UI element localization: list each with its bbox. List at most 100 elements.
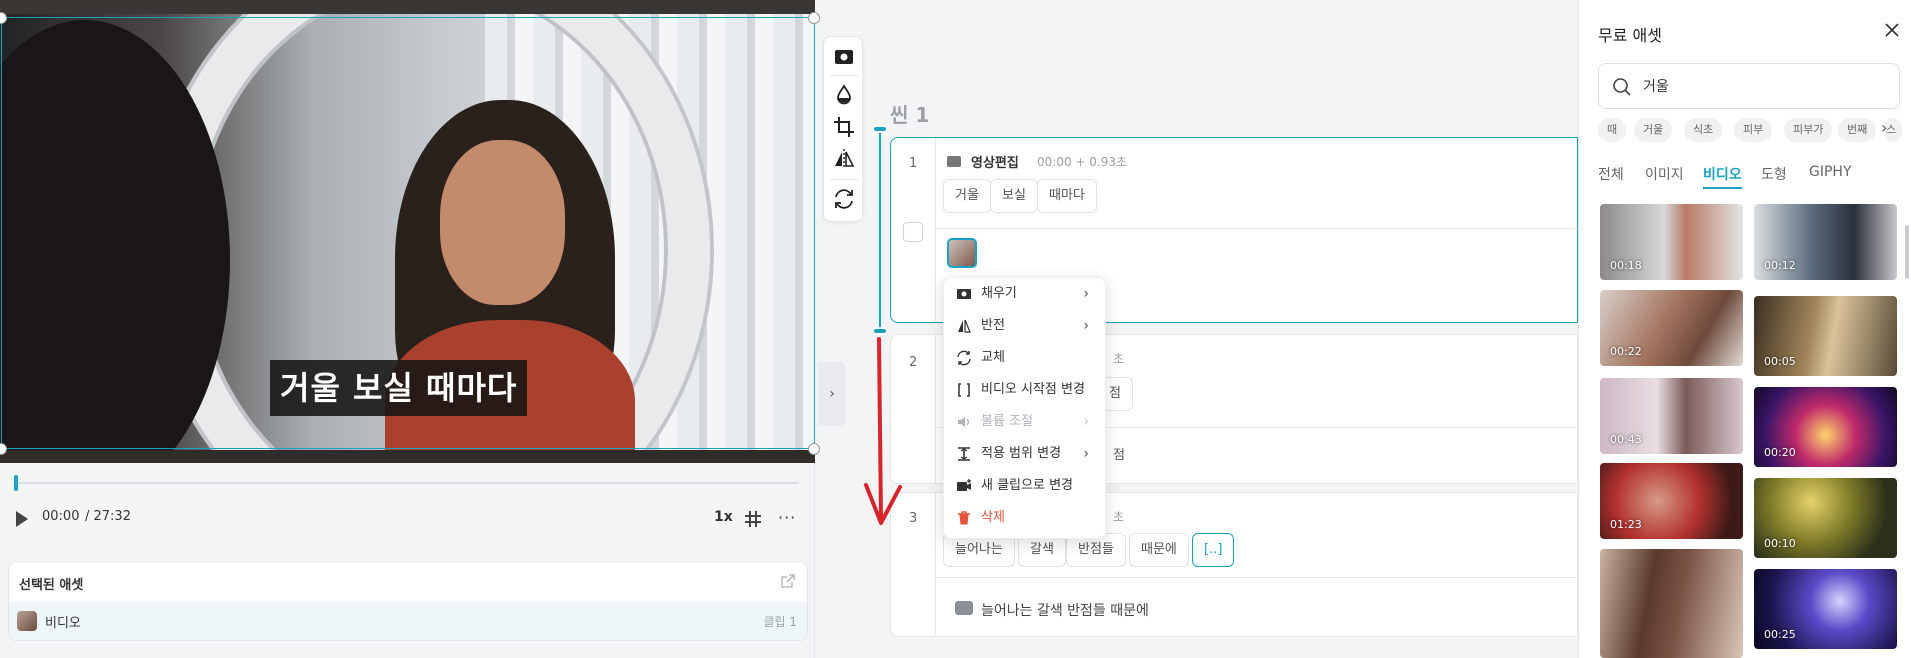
collapse-panel-button[interactable]: › bbox=[818, 362, 846, 426]
search-input[interactable] bbox=[1643, 64, 1883, 108]
selected-asset-row[interactable]: 비디오 클립 1 bbox=[9, 602, 807, 640]
trash-icon bbox=[958, 511, 970, 525]
clip-subtitle: 점 bbox=[1113, 448, 1125, 463]
keyword-tag[interactable]: 식초 bbox=[1684, 118, 1723, 142]
clip-separator bbox=[935, 577, 1579, 578]
flip-icon bbox=[958, 319, 971, 333]
video-result[interactable]: 00:25 bbox=[1754, 569, 1897, 649]
video-result[interactable]: 00:43 bbox=[1600, 378, 1743, 454]
clip-checkbox[interactable] bbox=[903, 222, 923, 242]
scrollbar[interactable] bbox=[1905, 225, 1909, 279]
search-icon bbox=[1613, 78, 1631, 96]
progress-knob[interactable] bbox=[14, 475, 18, 491]
speed-button[interactable]: 1x bbox=[714, 509, 733, 525]
tab-giphy[interactable]: GIPHY bbox=[1809, 164, 1852, 180]
menu-item-label: 삭제 bbox=[981, 510, 1005, 525]
clip-label: 영상편집 bbox=[971, 156, 1019, 171]
range-handle-bottom[interactable] bbox=[872, 327, 888, 335]
word-chip-more[interactable]: [..] bbox=[1192, 533, 1235, 567]
menu-item-label: 교체 bbox=[981, 350, 1005, 365]
new-clip-icon bbox=[957, 479, 971, 491]
video-result[interactable]: 00:10 bbox=[1754, 478, 1897, 558]
tab-shape[interactable]: 도형 bbox=[1761, 164, 1787, 184]
video-duration: 00:22 bbox=[1610, 345, 1642, 358]
keyword-tag[interactable]: 번째 bbox=[1838, 118, 1877, 142]
video-result[interactable]: 01:23 bbox=[1600, 463, 1743, 539]
close-icon[interactable] bbox=[1882, 20, 1902, 40]
menu-item-label: 비디오 시작점 변경 bbox=[981, 382, 1085, 397]
scene-title: 씬 1 bbox=[890, 103, 930, 127]
word-chip[interactable]: 때문에 bbox=[1129, 533, 1189, 567]
video-duration: 00:05 bbox=[1764, 355, 1796, 368]
flip-icon[interactable] bbox=[832, 147, 856, 171]
keyword-tag[interactable]: 거울 bbox=[1634, 118, 1673, 142]
more-icon[interactable]: ··· bbox=[778, 508, 796, 527]
video-result[interactable]: 00:18 bbox=[1600, 204, 1743, 280]
video-result[interactable]: 00:22 bbox=[1600, 290, 1743, 366]
menu-item-label: 채우기 bbox=[981, 286, 1017, 301]
keyword-tag[interactable]: 피부가 bbox=[1784, 118, 1833, 142]
fill-icon[interactable] bbox=[832, 45, 856, 69]
video-result[interactable]: 00:12 bbox=[1754, 204, 1897, 280]
video-result[interactable]: 00:20 bbox=[1754, 387, 1897, 467]
word-chip[interactable]: 거울 bbox=[943, 179, 991, 213]
menu-item-range[interactable]: 적용 범위 변경 › bbox=[944, 438, 1107, 470]
red-arrow-annotation bbox=[864, 337, 902, 525]
clip-time: 초 bbox=[1113, 352, 1125, 366]
keyword-tag[interactable]: 피부 bbox=[1734, 118, 1773, 142]
resize-handle-br[interactable] bbox=[808, 443, 820, 455]
play-icon[interactable] bbox=[16, 511, 28, 527]
selected-assets-title: 선택된 애셋 bbox=[19, 578, 84, 593]
progress-track[interactable] bbox=[16, 482, 799, 484]
menu-item-start-point[interactable]: 비디오 시작점 변경 bbox=[944, 374, 1107, 406]
video-result[interactable] bbox=[1600, 549, 1743, 658]
panel-title: 무료 애셋 bbox=[1598, 26, 1662, 45]
video-duration: 00:12 bbox=[1764, 259, 1796, 272]
selected-assets-panel: 선택된 애셋 비디오 클립 1 bbox=[8, 561, 808, 641]
chevron-right-icon: › bbox=[1083, 286, 1089, 302]
video-subtitle[interactable]: 거울 보실 때마다 bbox=[270, 360, 528, 416]
preview-panel: 거울 보실 때마다 00:00 / 27:32 1x ··· 선택된 애셋 비디… bbox=[0, 0, 820, 658]
resize-handle-tr[interactable] bbox=[808, 12, 820, 24]
video-edit-icon bbox=[947, 156, 961, 167]
tab-all[interactable]: 전체 bbox=[1598, 164, 1624, 184]
menu-item-replace[interactable]: 교체 bbox=[944, 342, 1107, 374]
clip-time: 00:00 + 0.93초 bbox=[1037, 155, 1128, 169]
menu-item-label: 볼륨 조절 bbox=[981, 414, 1033, 429]
bracket-icon bbox=[958, 383, 970, 397]
total-time: / 27:32 bbox=[85, 509, 131, 524]
range-handle-top[interactable] bbox=[872, 125, 888, 133]
chevron-right-icon: › bbox=[1083, 318, 1089, 334]
word-chip[interactable]: 때마다 bbox=[1037, 179, 1097, 213]
clip-subtitle: 늘어나는 갈색 반점들 때문에 bbox=[981, 603, 1149, 619]
asset-name: 비디오 bbox=[45, 616, 81, 631]
clip-time: 초 bbox=[1113, 510, 1125, 524]
replace-icon[interactable] bbox=[832, 187, 856, 211]
chevron-right-icon[interactable]: › bbox=[1881, 118, 1887, 137]
menu-item-label: 적용 범위 변경 bbox=[981, 446, 1062, 461]
grid-icon[interactable] bbox=[744, 510, 762, 528]
timeline-range-line[interactable] bbox=[879, 128, 881, 332]
menu-item-new-clip[interactable]: 새 클립으로 변경 bbox=[944, 470, 1107, 502]
keyword-tag[interactable]: 때 bbox=[1598, 118, 1627, 142]
edit-toolbar bbox=[823, 36, 863, 222]
volume-icon bbox=[958, 417, 969, 427]
external-link-icon[interactable] bbox=[781, 574, 795, 588]
menu-item-flip[interactable]: 반전 › bbox=[944, 310, 1107, 342]
clip-divider bbox=[935, 335, 936, 483]
video-result[interactable]: 00:05 bbox=[1754, 296, 1897, 376]
menu-item-delete[interactable]: 삭제 bbox=[944, 502, 1107, 534]
crop-icon[interactable] bbox=[832, 115, 856, 139]
word-chip[interactable]: 보실 bbox=[990, 179, 1038, 213]
menu-item-fill[interactable]: 채우기 › bbox=[944, 278, 1107, 310]
tab-image[interactable]: 이미지 bbox=[1645, 164, 1684, 184]
free-assets-panel: 무료 애셋 때 거울 식초 피부 피부가 번째 스 › 전체 이미지 비디오 도… bbox=[1578, 0, 1911, 658]
clip-media-thumbnail[interactable] bbox=[947, 238, 977, 268]
chevron-right-icon: › bbox=[1083, 446, 1089, 462]
menu-item-volume: 볼륨 조절 › bbox=[944, 406, 1107, 438]
replace-icon bbox=[957, 350, 971, 366]
clip-divider bbox=[935, 138, 936, 322]
tab-video[interactable]: 비디오 bbox=[1703, 164, 1742, 189]
asset-thumbnail bbox=[17, 611, 37, 631]
color-drop-icon[interactable] bbox=[832, 83, 856, 107]
